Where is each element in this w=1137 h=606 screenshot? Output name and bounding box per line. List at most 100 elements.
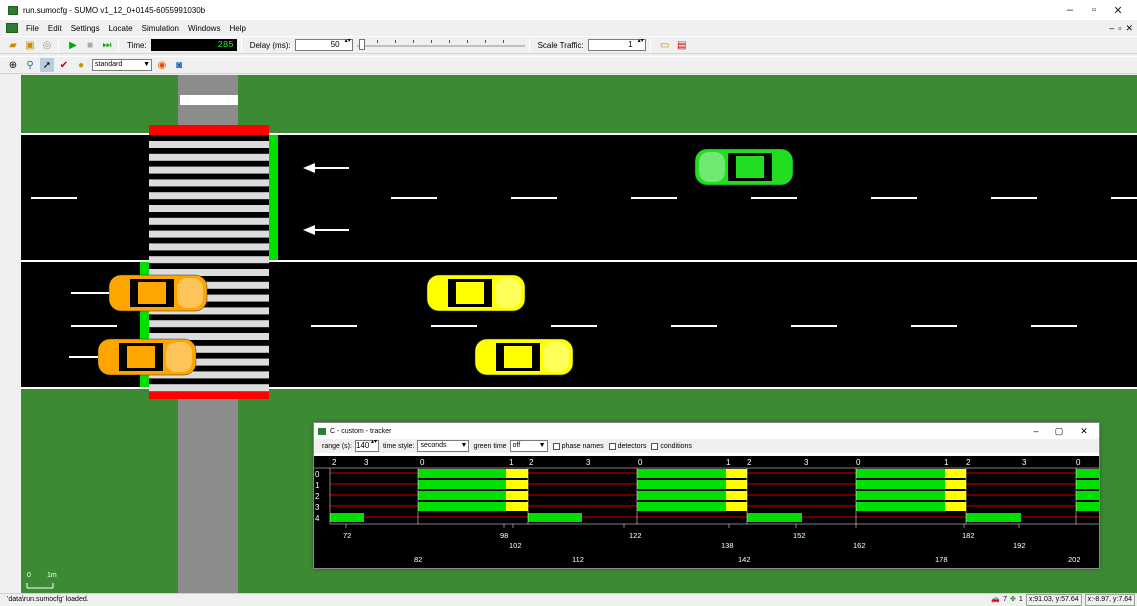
green-phase — [856, 502, 945, 511]
menu-settings[interactable]: Settings — [71, 24, 100, 33]
phase-index: 0 — [856, 458, 861, 467]
green-phase — [966, 513, 1021, 522]
axis-label-top: 122 — [629, 531, 642, 540]
mdi-child-icon[interactable] — [6, 23, 18, 33]
green-phase — [637, 480, 726, 489]
menu-file[interactable]: File — [26, 24, 39, 33]
range-label: range (s): — [322, 442, 352, 450]
delay-spinner[interactable]: 50 — [294, 39, 353, 51]
row-label: 0 — [315, 470, 320, 479]
phase-index: 1 — [509, 458, 514, 467]
menu-windows[interactable]: Windows — [188, 24, 220, 33]
time-label: Time: — [127, 40, 147, 50]
yellow-phase — [726, 480, 747, 489]
screenshot-icon[interactable]: ◙ — [172, 58, 186, 72]
vehicle-green[interactable] — [694, 148, 794, 186]
stop-icon[interactable]: ■ — [83, 38, 97, 52]
close-sim-icon[interactable]: ◎ — [40, 38, 54, 52]
green-phase — [330, 513, 364, 522]
green-phase — [418, 469, 506, 478]
lane-dash — [511, 197, 557, 199]
vehicle-yellow-2[interactable] — [474, 338, 574, 376]
viewport-icon[interactable]: ▭ — [658, 38, 672, 52]
axis-label-top: 152 — [793, 531, 806, 540]
green-phase — [1076, 480, 1099, 489]
axis-label-top: 138 — [721, 541, 734, 550]
detectors-checkbox[interactable] — [608, 442, 616, 450]
green-time-label: green time — [473, 442, 507, 450]
zebra-stripe — [149, 192, 269, 200]
close-button[interactable]: ✕ — [1104, 0, 1132, 20]
lane-dash — [431, 325, 477, 327]
lane-dash — [391, 197, 437, 199]
main-toolbar: ▰ ▣ ◎ ▶ ■ ⏭ Time: 285 Delay (ms): 50 Sca… — [0, 36, 1137, 54]
tracker-maximize-button[interactable]: ▢ — [1047, 423, 1071, 439]
select-cursor-icon[interactable]: ➚ — [40, 58, 54, 72]
tls-tracker-window[interactable]: C - custom - tracker – ▢ ✕ range (s): 14… — [313, 422, 1100, 569]
zoom-icon[interactable]: ⚲ — [23, 58, 37, 72]
yellow-phase — [945, 491, 966, 500]
tracker-close-button[interactable]: ✕ — [1072, 423, 1096, 439]
locate-icon[interactable]: ✔ — [57, 58, 71, 72]
lane-dash — [1111, 197, 1137, 199]
title-bar: run.sumocfg - SUMO v1_12_0+0145-60559910… — [0, 0, 1137, 20]
reload-icon[interactable]: ▣ — [23, 38, 37, 52]
mdi-close-icon[interactable]: ✕ — [1125, 23, 1133, 34]
green-phase — [747, 513, 802, 522]
scale-bar: 0 1m — [26, 572, 57, 589]
tracker-title-bar: C - custom - tracker – ▢ ✕ — [314, 423, 1099, 439]
axis-label-top: 102 — [509, 541, 522, 550]
green-time-select[interactable]: off — [509, 440, 548, 452]
stop-line-top — [180, 95, 238, 105]
zebra-stripe — [149, 166, 269, 174]
green-phase — [637, 502, 726, 511]
green-phase — [1076, 469, 1099, 478]
scale-traffic-spinner[interactable]: 1 — [587, 39, 646, 51]
color-wheel-icon[interactable]: ◉ — [155, 58, 169, 72]
phase-names-label: phase names — [561, 442, 604, 450]
yellow-phase — [506, 502, 528, 511]
phase-index: 2 — [966, 458, 971, 467]
vehicle-orange-2[interactable] — [97, 338, 197, 376]
zebra-stripe — [149, 230, 269, 238]
zebra-stripe — [149, 384, 269, 392]
gl-view-icon[interactable]: ▤ — [675, 38, 689, 52]
menu-help[interactable]: Help — [229, 24, 245, 33]
window-title: run.sumocfg - SUMO v1_12_0+0145-60559910… — [23, 5, 206, 15]
axis-label-top: 162 — [853, 541, 866, 550]
recenter-icon[interactable]: ⊕ — [6, 58, 20, 72]
yellow-phase — [726, 491, 747, 500]
open-folder-icon[interactable]: ▰ — [6, 38, 20, 52]
time-display: 285 — [150, 39, 237, 51]
phase-index: 3 — [364, 458, 369, 467]
step-icon[interactable]: ⏭ — [100, 38, 114, 52]
breakpoint-icon[interactable]: ● — [74, 58, 88, 72]
run-icon[interactable]: ▶ — [66, 38, 80, 52]
vehicle-orange-1[interactable] — [108, 274, 208, 312]
phase-index: 2 — [747, 458, 752, 467]
range-spinner[interactable]: 140 — [354, 440, 379, 452]
menu-simulation[interactable]: Simulation — [142, 24, 179, 33]
phase-index: 3 — [804, 458, 809, 467]
lane-dash — [751, 197, 797, 199]
tracker-minimize-button[interactable]: – — [1024, 423, 1048, 439]
zebra-stripe — [149, 153, 269, 161]
green-phase — [1076, 502, 1099, 511]
zebra-stripe — [149, 243, 269, 251]
yellow-phase — [726, 469, 747, 478]
vehicle-yellow-1[interactable] — [426, 274, 526, 312]
delay-slider-knob[interactable] — [358, 39, 365, 50]
time-style-select[interactable]: seconds — [417, 440, 470, 452]
menu-locate[interactable]: Locate — [109, 24, 133, 33]
phase-index: 0 — [420, 458, 425, 467]
mdi-restore-icon[interactable]: ▫ — [1118, 23, 1121, 33]
delay-slider[interactable] — [356, 39, 525, 51]
menu-edit[interactable]: Edit — [48, 24, 62, 33]
lane-dash — [671, 325, 717, 327]
vehicle-count-icon: 🚗 — [991, 596, 1001, 603]
lane-dash — [631, 197, 677, 199]
mdi-minimize-icon[interactable]: – — [1109, 23, 1114, 33]
conditions-checkbox[interactable] — [651, 442, 659, 450]
scheme-select[interactable]: standard — [92, 59, 152, 71]
phase-names-checkbox[interactable] — [552, 442, 560, 450]
